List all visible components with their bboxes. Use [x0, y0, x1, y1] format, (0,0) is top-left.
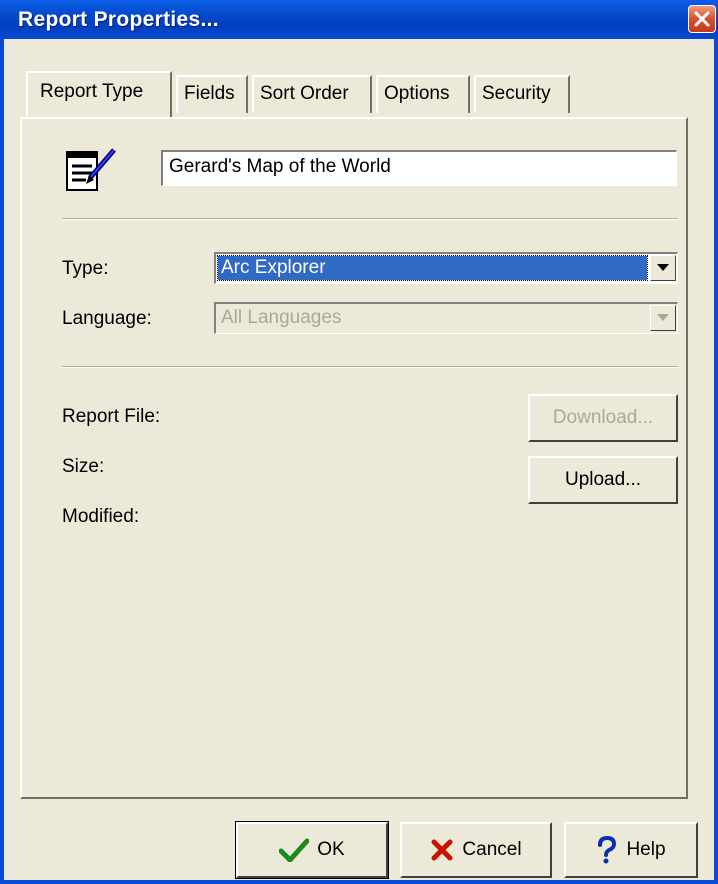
chevron-down-icon — [657, 264, 669, 271]
title-bar[interactable]: Report Properties... — [0, 0, 718, 39]
close-button[interactable] — [688, 5, 716, 33]
help-button-label: Help — [626, 839, 666, 860]
separator — [62, 218, 678, 220]
type-selected-value: Arc Explorer — [217, 255, 648, 281]
help-question-icon — [598, 836, 617, 864]
close-icon — [694, 11, 710, 27]
language-label: Language: — [62, 308, 152, 329]
window-title: Report Properties... — [18, 8, 219, 31]
tab-sort-order[interactable]: Sort Order — [252, 75, 372, 113]
red-x-icon — [431, 839, 453, 861]
report-file-label: Report File: — [62, 406, 161, 427]
language-dropdown: All Languages — [214, 302, 678, 334]
report-name-field[interactable]: Gerard's Map of the World — [161, 150, 677, 186]
tab-report-type[interactable]: Report Type — [26, 71, 172, 117]
upload-button[interactable]: Upload... — [528, 456, 678, 504]
tab-security[interactable]: Security — [474, 75, 570, 113]
size-label: Size: — [62, 456, 105, 477]
modified-label: Modified: — [62, 506, 140, 527]
window-frame-left — [0, 39, 4, 884]
checkmark-icon — [279, 838, 310, 862]
help-button[interactable]: Help — [564, 822, 698, 878]
ok-button-label: OK — [317, 839, 345, 860]
language-dropdown-button — [650, 305, 676, 331]
notepad-pencil-icon — [66, 148, 116, 191]
type-dropdown-button[interactable] — [650, 255, 676, 281]
download-button: Download... — [528, 394, 678, 442]
chevron-down-icon — [657, 314, 669, 321]
cancel-button[interactable]: Cancel — [400, 822, 552, 878]
type-label: Type: — [62, 258, 109, 279]
tab-options[interactable]: Options — [376, 75, 470, 113]
window-frame-bottom — [0, 880, 718, 884]
tab-fields[interactable]: Fields — [176, 75, 248, 113]
type-dropdown[interactable]: Arc Explorer — [214, 252, 678, 284]
language-selected-value: All Languages — [221, 307, 342, 328]
cancel-button-label: Cancel — [462, 839, 522, 860]
separator — [62, 366, 678, 368]
window-frame-right — [714, 39, 718, 884]
ok-button[interactable]: OK — [235, 821, 389, 879]
